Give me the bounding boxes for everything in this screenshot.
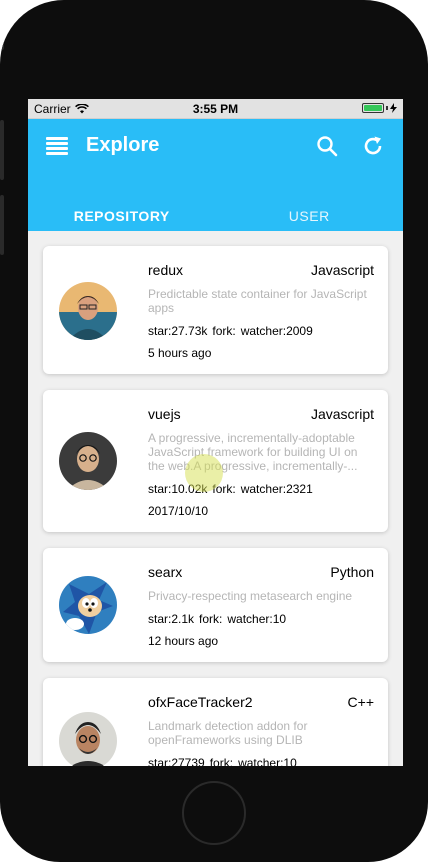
repo-description: Privacy-respecting metasearch engine [148, 589, 353, 603]
avatar [59, 712, 117, 766]
fork-count: fork: [199, 612, 223, 626]
repo-name: vuejs [148, 406, 181, 422]
repo-description: Predictable state container for JavaScri… [148, 287, 367, 315]
volume-down-button [0, 195, 4, 255]
watcher-count: watcher:10 [238, 756, 297, 766]
app-screen: Carrier 3:55 PM Explore REPOSITORY USER … [28, 99, 403, 766]
star-count: star:27.73k [148, 324, 208, 338]
status-time: 3:55 PM [192, 102, 239, 116]
app-bar: Explore REPOSITORY USER [28, 119, 403, 231]
volume-up-button [0, 120, 4, 180]
repo-name: ofxFaceTracker2 [148, 694, 253, 710]
repo-time: 5 hours ago [148, 346, 212, 360]
repo-language: Javascript [310, 262, 374, 278]
repo-card-redux[interactable]: redux Javascript Predictable state conta… [43, 246, 388, 374]
repo-card-searx[interactable]: searx Python Privacy-respecting metasear… [43, 548, 388, 662]
repo-stats: star:27739 fork: watcher:10 [148, 756, 297, 766]
search-icon[interactable] [315, 134, 339, 158]
star-count: star:2.1k [148, 612, 195, 626]
menu-icon[interactable] [46, 137, 68, 155]
status-bar: Carrier 3:55 PM [28, 99, 403, 119]
fork-count: fork: [212, 324, 236, 338]
home-button[interactable] [182, 781, 246, 845]
repo-time: 2017/10/10 [148, 504, 209, 518]
repo-language: Python [330, 564, 374, 580]
refresh-icon[interactable] [361, 134, 385, 158]
repo-description: Landmark detection addon for openFramewo… [148, 719, 308, 747]
phone-frame: Carrier 3:55 PM Explore REPOSITORY USER … [0, 0, 428, 862]
avatar [59, 432, 117, 490]
battery-icon [362, 103, 397, 113]
repo-stats: star:2.1k fork: watcher:10 [148, 612, 286, 626]
watcher-count: watcher:2009 [240, 324, 313, 338]
star-count: star:27739 [148, 756, 205, 766]
avatar [59, 576, 117, 634]
repo-name: redux [148, 262, 184, 278]
fork-count: fork: [209, 756, 234, 766]
repo-time: 12 hours ago [148, 634, 219, 648]
repo-name: searx [148, 564, 183, 580]
repo-stats: star:27.73k fork: watcher:2009 [148, 324, 313, 338]
repo-card-ofxfacetracker2[interactable]: ofxFaceTracker2 C++ Landmark detection a… [43, 678, 388, 766]
page-title: Explore [86, 134, 160, 156]
repo-description: A progressive, incrementally-adoptable J… [148, 431, 358, 473]
repository-list: redux Javascript Predictable state conta… [28, 231, 403, 766]
touch-indicator [185, 454, 223, 492]
mute-switch [0, 20, 4, 50]
repo-language: Javascript [310, 406, 374, 422]
repo-stats: star:10.02k fork: watcher:2321 [148, 482, 313, 496]
charging-bolt-icon [390, 103, 397, 113]
repo-language: C++ [347, 694, 374, 710]
watcher-count: watcher:2321 [240, 482, 313, 496]
watcher-count: watcher:10 [227, 612, 287, 626]
avatar [59, 282, 117, 340]
